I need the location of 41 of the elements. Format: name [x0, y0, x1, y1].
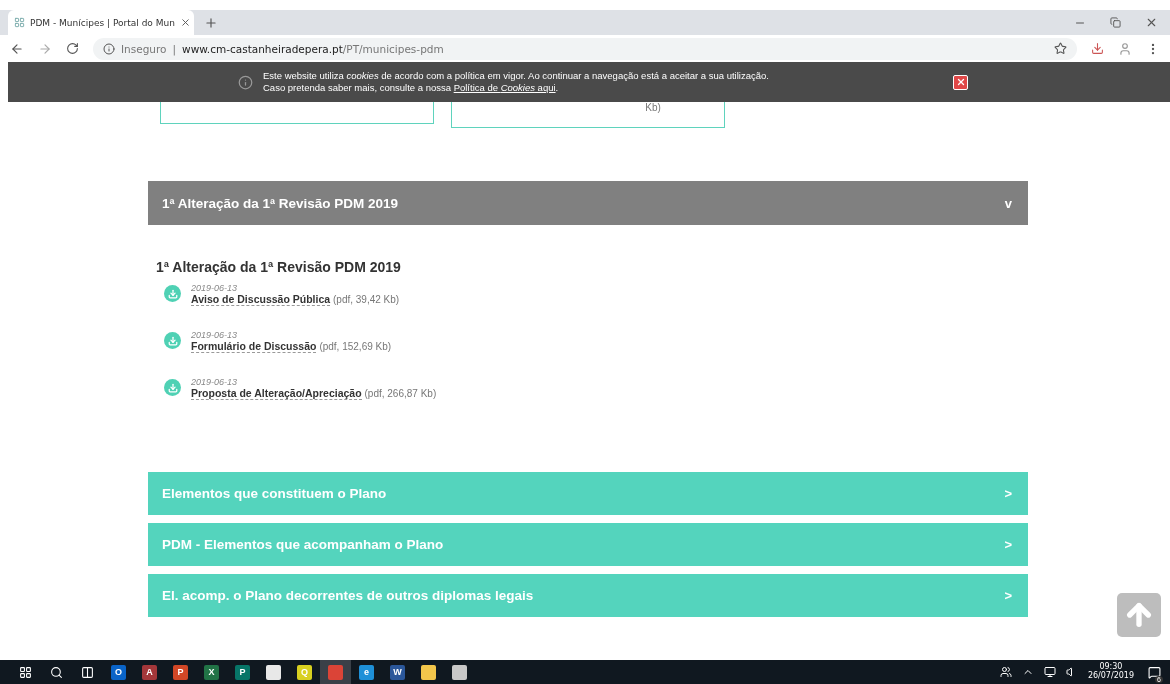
info-icon	[103, 42, 115, 55]
document-card[interactable]: Kb)	[451, 102, 725, 128]
file-date: 2019-06-13	[191, 283, 238, 293]
security-label: Inseguro	[121, 42, 167, 55]
close-icon[interactable]	[1145, 16, 1158, 29]
card-meta: Kb)	[645, 102, 661, 113]
close-icon	[955, 77, 966, 87]
browser-tab[interactable]: PDM - Munícipes | Portal do Mun	[8, 10, 194, 35]
url-text: www.cm-castanheiradepera.pt/PT/municipes-pdm	[182, 42, 444, 55]
accordion-header[interactable]: 1ª Alteração da 1ª Revisão PDM 2019 v	[148, 181, 1028, 225]
taskbar-app[interactable]: O	[103, 660, 134, 684]
file-entry: Proposta de Alteração/Apreciação (pdf, 266,87 Kb)	[191, 387, 437, 399]
taskbar-app[interactable]: A	[134, 660, 165, 684]
grid-icon	[14, 17, 25, 28]
people-icon[interactable]	[999, 666, 1012, 678]
section-heading: 1ª Alteração da 1ª Revisão PDM 2019	[156, 259, 402, 275]
close-button[interactable]	[953, 74, 968, 90]
taskbar-app[interactable]: X	[196, 660, 227, 684]
taskbar-app[interactable]: e	[351, 660, 382, 684]
taskbar-app[interactable]: W	[382, 660, 413, 684]
clock[interactable]: 09:30 26/07/2019	[1087, 663, 1134, 681]
back-icon[interactable]	[10, 41, 24, 56]
taskbar-app[interactable]: P	[165, 660, 196, 684]
taskbar-app[interactable]: P	[227, 660, 258, 684]
file-link[interactable]: Formulário de Discussão	[191, 340, 317, 353]
file-date: 2019-06-13	[191, 330, 238, 340]
file-link[interactable]: Proposta de Alteração/Apreciação	[191, 387, 362, 400]
separator: |	[172, 42, 177, 55]
star-icon[interactable]	[1054, 42, 1067, 55]
file-entry: Aviso de Discussão Pública (pdf, 39,42 Kb)	[191, 293, 400, 305]
address-bar[interactable]: Inseguro | www.cm-castanheiradepera.pt/PT/municipes-pdm	[93, 37, 1077, 60]
reload-icon[interactable]	[66, 42, 79, 55]
file-entry: Formulário de Discussão (pdf, 152,69 Kb)	[191, 340, 392, 352]
file-date: 2019-06-13	[191, 377, 238, 387]
cookie-text: Este website utiliza cookies de acordo com a política em vigor. Ao continuar a navegação está a aceitar a sua utilização. Caso pretenda saber mais, consulte a nossa Política de Cookies aqui.	[263, 70, 770, 94]
file-link[interactable]: Aviso de Discussão Pública	[191, 293, 331, 306]
info-icon	[238, 74, 253, 90]
network-icon[interactable]	[1043, 666, 1056, 678]
restore-icon[interactable]	[1110, 16, 1121, 29]
cookie-policy-link[interactable]: Política de Cookies aqui	[453, 82, 556, 93]
close-icon[interactable]	[179, 17, 191, 28]
